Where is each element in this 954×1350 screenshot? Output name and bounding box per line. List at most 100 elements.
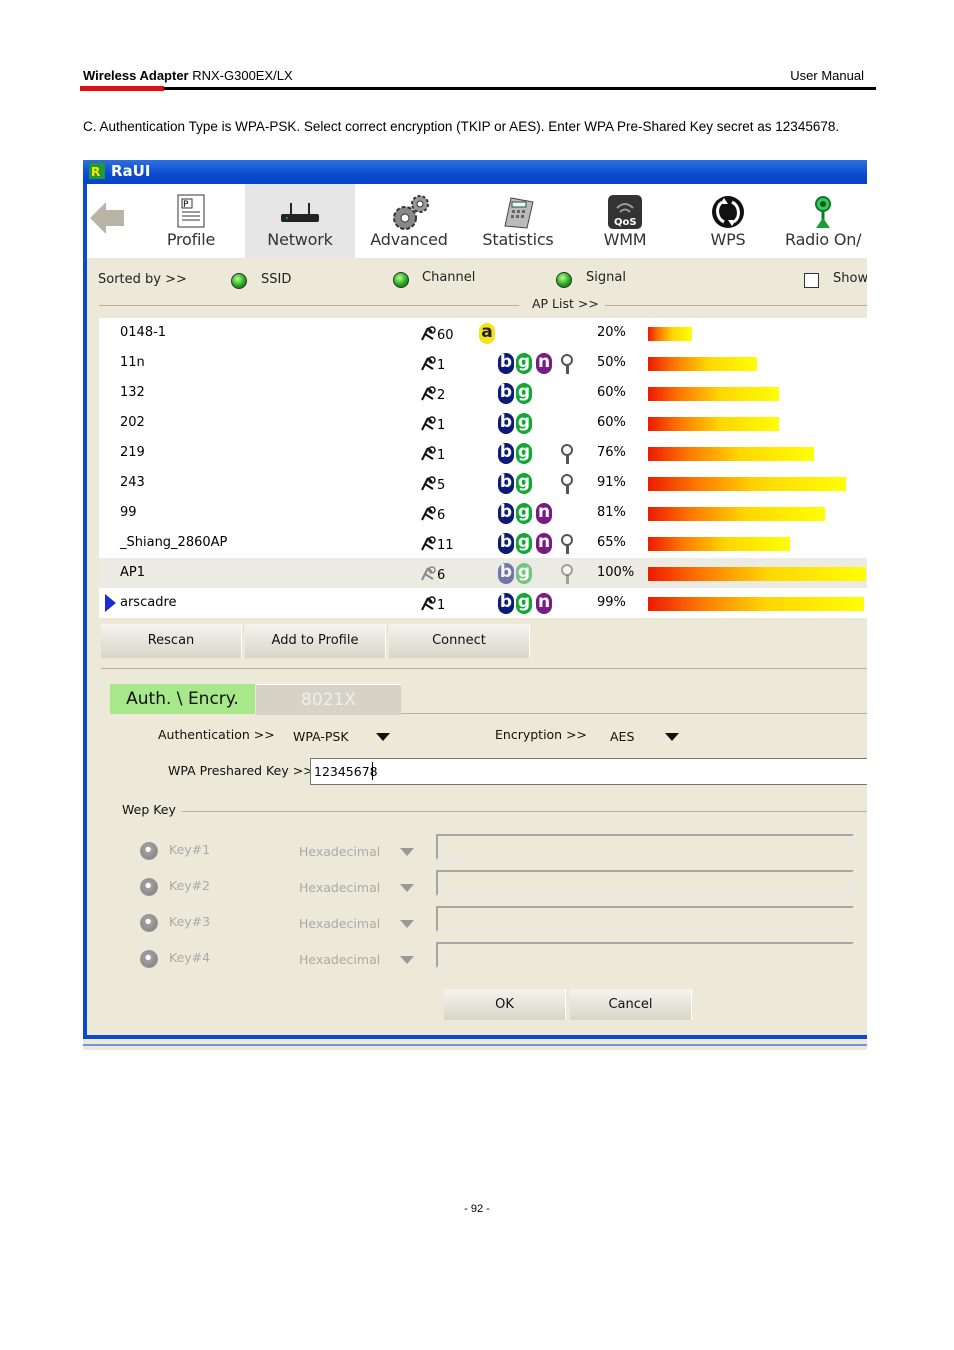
- ap-channel: 2: [419, 385, 445, 403]
- rescan-button[interactable]: Rescan: [101, 624, 242, 658]
- cancel-button[interactable]: Cancel: [570, 989, 692, 1020]
- ap-list[interactable]: 0148-1 60 a 20% 11n 1 b g n 50% 132 2 b g 60% 202 1 b g 60%…: [99, 318, 867, 618]
- sort-ssid[interactable]: SSID: [261, 272, 291, 287]
- window-border-bottom-inner: [83, 1044, 867, 1046]
- antenna-icon: [419, 416, 437, 433]
- channel-sort-indicator[interactable]: [393, 272, 409, 288]
- signal-bar: [648, 417, 779, 431]
- ap-ssid: 11n: [120, 355, 145, 370]
- wep-key-radio[interactable]: [140, 878, 158, 896]
- divider: [101, 668, 867, 669]
- toolbar-network[interactable]: Network: [245, 184, 355, 258]
- authentication-select[interactable]: WPA-PSK: [293, 729, 349, 744]
- toolbar-wmm-label: WMM: [603, 230, 647, 249]
- mode-g-badge: g: [516, 382, 532, 404]
- wep-key-radio[interactable]: [140, 914, 158, 932]
- ap-row[interactable]: 0148-1 60 a 20%: [99, 318, 867, 348]
- ap-channel: 1: [419, 355, 445, 373]
- mode-b-badge: b: [498, 532, 514, 554]
- wep-key-label: Key#4: [169, 950, 211, 965]
- wep-key-radio[interactable]: [140, 950, 158, 968]
- lock-stem: [566, 545, 569, 554]
- ap-signal-percent: 50%: [597, 355, 626, 370]
- wpa-psk-label: WPA Preshared Key >>: [168, 763, 314, 778]
- wep-key-input[interactable]: [436, 834, 854, 860]
- ap-row[interactable]: 219 1 b g 76%: [99, 438, 867, 468]
- ap-row[interactable]: 99 6 b g n 81%: [99, 498, 867, 528]
- toolbar-wps[interactable]: WPS: [677, 184, 779, 258]
- ap-channel-number: 6: [437, 568, 446, 583]
- connect-button[interactable]: Connect: [389, 624, 530, 658]
- wep-key-format[interactable]: Hexadecimal: [299, 844, 380, 859]
- ap-channel-number: 6: [437, 508, 446, 523]
- signal-bar: [648, 387, 779, 401]
- wep-format-dropdown-icon[interactable]: [400, 956, 414, 964]
- encryption-dropdown-icon[interactable]: [665, 733, 679, 741]
- tab-auth-encry[interactable]: Auth. \ Encry.: [110, 684, 255, 714]
- show-label: Show: [833, 271, 867, 286]
- authentication-dropdown-icon[interactable]: [376, 733, 390, 741]
- ap-signal-percent: 65%: [597, 535, 626, 550]
- doc-header-left: Wireless Adapter RNX-G300EX/LX: [83, 68, 293, 83]
- toolbar: P Profile Network Advanced Statistics Qo…: [87, 184, 867, 258]
- ap-row[interactable]: AP1 6 b g 100%: [99, 558, 867, 588]
- wep-format-dropdown-icon[interactable]: [400, 884, 414, 892]
- mode-b-badge: b: [498, 592, 514, 614]
- wps-icon: [712, 196, 744, 228]
- wep-key-format[interactable]: Hexadecimal: [299, 880, 380, 895]
- mode-g-badge: g: [516, 412, 532, 434]
- ap-ssid: arscadre: [120, 595, 177, 610]
- antenna-icon: [419, 566, 437, 583]
- ap-ssid: 243: [120, 475, 145, 490]
- signal-bar: [648, 357, 757, 371]
- wpa-psk-value: 12345678: [314, 764, 378, 779]
- ap-row[interactable]: _Shiang_2860AP 11 b g n 65%: [99, 528, 867, 558]
- wep-key-format[interactable]: Hexadecimal: [299, 916, 380, 931]
- encryption-select[interactable]: AES: [610, 729, 634, 744]
- lock-stem: [566, 365, 569, 374]
- toolbar-advanced[interactable]: Advanced: [355, 184, 463, 258]
- wep-key-radio[interactable]: [140, 842, 158, 860]
- ap-row[interactable]: 11n 1 b g n 50%: [99, 348, 867, 378]
- ok-button[interactable]: OK: [444, 989, 566, 1020]
- ap-signal-percent: 81%: [597, 505, 626, 520]
- toolbar-profile[interactable]: P Profile: [137, 184, 245, 258]
- mode-g-badge: g: [516, 562, 532, 584]
- mode-a-badge: a: [479, 323, 495, 344]
- ssid-sort-indicator[interactable]: [231, 273, 247, 289]
- toolbar-radio[interactable]: Radio On/: [779, 184, 867, 258]
- signal-sort-indicator[interactable]: [556, 272, 572, 288]
- ap-row[interactable]: 202 1 b g 60%: [99, 408, 867, 438]
- mode-n-badge: n: [536, 592, 552, 614]
- mode-g-badge: g: [516, 592, 532, 614]
- toolbar-wmm[interactable]: QoS WMM: [573, 184, 677, 258]
- sort-channel[interactable]: Channel: [422, 270, 475, 285]
- show-checkbox[interactable]: [804, 273, 819, 288]
- ap-row[interactable]: arscadre 1 b g n 99%: [99, 588, 867, 618]
- ap-channel: 5: [419, 475, 445, 493]
- signal-bar: [648, 447, 814, 461]
- ap-row[interactable]: 243 5 b g 91%: [99, 468, 867, 498]
- wep-key-format[interactable]: Hexadecimal: [299, 952, 380, 967]
- wep-format-dropdown-icon[interactable]: [400, 848, 414, 856]
- text-cursor: [372, 762, 373, 780]
- add-to-profile-button[interactable]: Add to Profile: [245, 624, 386, 658]
- wep-key-input[interactable]: [436, 906, 854, 932]
- ap-row[interactable]: 132 2 b g 60%: [99, 378, 867, 408]
- wep-key-input[interactable]: [436, 870, 854, 896]
- wep-key-input[interactable]: [436, 942, 854, 968]
- wpa-psk-input[interactable]: 12345678: [310, 758, 867, 785]
- window-title: RaUI: [111, 162, 151, 180]
- tab-8021x[interactable]: 8021X: [256, 684, 401, 715]
- header-rule-accent: [80, 86, 164, 91]
- sort-signal[interactable]: Signal: [586, 270, 626, 285]
- ap-channel: 1: [419, 445, 445, 463]
- toolbar-statistics[interactable]: Statistics: [463, 184, 573, 258]
- signal-bar: [648, 477, 846, 491]
- wep-format-dropdown-icon[interactable]: [400, 920, 414, 928]
- ap-signal-percent: 99%: [597, 595, 626, 610]
- title-bar[interactable]: R RaUI: [83, 160, 867, 184]
- antenna-icon: [419, 476, 437, 493]
- signal-bar: [648, 597, 864, 611]
- back-button[interactable]: [87, 184, 137, 258]
